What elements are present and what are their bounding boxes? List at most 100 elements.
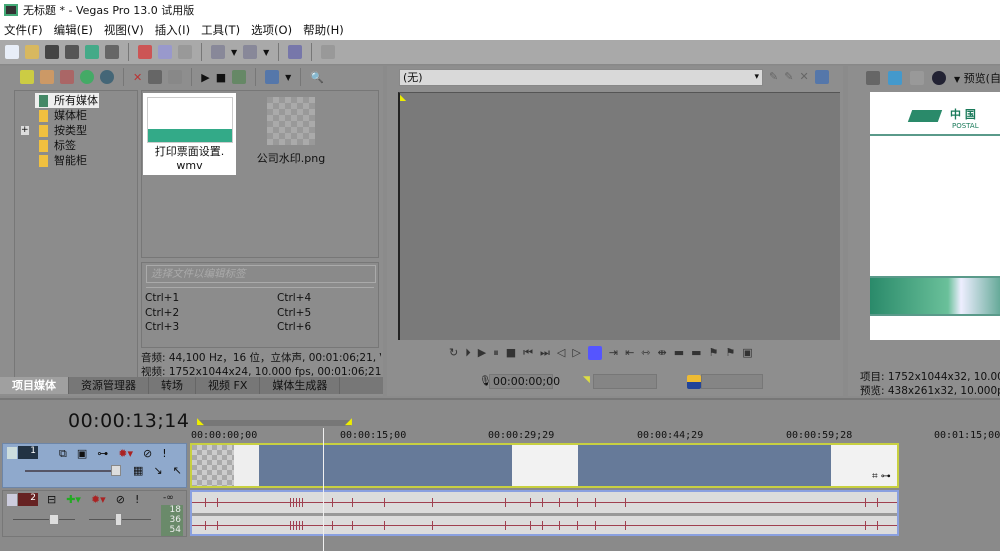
tab-explorer[interactable]: 资源管理器 bbox=[69, 377, 149, 394]
region-icon[interactable]: ▬ bbox=[674, 346, 684, 360]
media-file-png[interactable]: 公司水印.png bbox=[246, 93, 336, 175]
tag-shortcut[interactable]: Ctrl+5 bbox=[277, 307, 311, 319]
play-icon[interactable]: ▶ bbox=[201, 71, 209, 84]
selection-icon[interactable]: ▬ bbox=[691, 346, 701, 360]
compositing-icon[interactable]: ▦ bbox=[133, 464, 143, 477]
snapshot-icon[interactable]: ▣ bbox=[742, 346, 752, 360]
remove-icon[interactable]: ✕ bbox=[133, 71, 142, 84]
properties-icon[interactable] bbox=[866, 71, 880, 85]
loop-start-handle[interactable]: ◣ bbox=[197, 417, 204, 427]
capture-icon[interactable] bbox=[40, 70, 54, 84]
timecode-field[interactable]: 00:00:00;00 bbox=[489, 374, 560, 389]
preview-quality-dropdown[interactable]: ▼ 预览(自 bbox=[954, 70, 1000, 86]
solo-icon[interactable]: ! bbox=[162, 447, 166, 461]
chevron-down-icon[interactable]: ▼ bbox=[285, 73, 291, 82]
expand-icon[interactable]: + bbox=[21, 126, 29, 135]
parent-icon[interactable]: ↖ bbox=[173, 464, 182, 477]
pan-slider[interactable] bbox=[89, 513, 151, 526]
whats-this-help-icon[interactable] bbox=[321, 45, 336, 59]
redo-icon[interactable] bbox=[243, 45, 258, 59]
monitor-icon[interactable] bbox=[814, 70, 829, 84]
video-track-header[interactable]: 1 ⧉ ▣ ⊶ ✹▾ ⊘! ▦ ↘ ↖ bbox=[2, 443, 187, 488]
slider-thumb[interactable] bbox=[115, 513, 122, 526]
go-to-end-icon[interactable]: ⏭ bbox=[540, 346, 550, 360]
tag-shortcut[interactable]: Ctrl+6 bbox=[277, 321, 311, 333]
menu-file[interactable]: 文件(F) bbox=[4, 22, 43, 38]
in-point-field[interactable] bbox=[593, 374, 657, 389]
pause-icon[interactable]: ⏸ bbox=[493, 346, 499, 360]
tag-shortcut[interactable]: Ctrl+3 bbox=[145, 321, 179, 333]
external-monitor-icon[interactable] bbox=[888, 71, 902, 85]
get-media-icon[interactable] bbox=[60, 70, 74, 84]
slider-thumb[interactable] bbox=[111, 465, 121, 476]
tab-transitions[interactable]: 转场 bbox=[149, 377, 196, 394]
save-icon[interactable] bbox=[45, 45, 59, 59]
track-minimize-icon[interactable] bbox=[7, 447, 17, 459]
media-fx-icon[interactable] bbox=[168, 70, 183, 84]
stop-icon[interactable]: ■ bbox=[506, 346, 516, 360]
tag-shortcut[interactable]: Ctrl+1 bbox=[145, 292, 179, 304]
menu-view[interactable]: 视图(V) bbox=[104, 22, 144, 38]
auto-preview-icon[interactable] bbox=[232, 70, 247, 84]
snapping-icon[interactable] bbox=[288, 45, 303, 59]
tag-input[interactable]: 选择文件以编辑标签 bbox=[146, 265, 376, 283]
tab-video-fx[interactable]: 视频 FX bbox=[196, 377, 261, 394]
duration-field[interactable] bbox=[701, 374, 763, 389]
next-frame-icon[interactable]: ▷ bbox=[572, 346, 580, 360]
tab-media-generators[interactable]: 媒体生成器 bbox=[260, 377, 341, 394]
play-icon[interactable]: ▶ bbox=[478, 346, 486, 360]
audio-track-header[interactable]: 2 ⊟ ✚▾ ✹▾ ⊘! -∞ 18 36 54 bbox=[2, 490, 187, 537]
gear-icon[interactable]: ✹▾ bbox=[118, 447, 133, 461]
fx-icon[interactable] bbox=[910, 71, 924, 85]
web-icon[interactable] bbox=[80, 70, 94, 84]
video-event[interactable]: ⌗ ⊶ bbox=[190, 443, 899, 488]
solo-icon[interactable]: ! bbox=[135, 493, 139, 506]
track-fx-icon[interactable]: ✚▾ bbox=[66, 493, 81, 506]
prev-frame-icon[interactable]: ◁ bbox=[557, 346, 565, 360]
loop-end-handle[interactable]: ◢ bbox=[345, 417, 352, 427]
paste-icon[interactable] bbox=[178, 45, 192, 59]
tree-item-smart-bins[interactable]: 智能柜 bbox=[35, 153, 137, 168]
sync-icon[interactable] bbox=[587, 346, 602, 360]
play-from-start-icon[interactable]: ⏵ bbox=[465, 346, 471, 360]
add-to-timeline-icon[interactable]: ⇥ bbox=[609, 346, 618, 360]
tag-shortcut[interactable]: Ctrl+4 bbox=[277, 292, 311, 304]
search-media-icon[interactable] bbox=[100, 70, 114, 84]
media-file-wmv[interactable]: 打印票面设置. wmv bbox=[143, 93, 236, 175]
zoom-icon[interactable]: 🔍 bbox=[310, 71, 324, 84]
fit-icon[interactable]: ⇿ bbox=[641, 346, 650, 360]
render-icon[interactable] bbox=[85, 45, 99, 59]
gear-icon[interactable]: ✹▾ bbox=[91, 493, 106, 506]
audio-event[interactable] bbox=[190, 490, 899, 536]
track-motion-icon[interactable]: ▣ bbox=[77, 447, 87, 461]
tab-project-media[interactable]: 项目媒体 bbox=[0, 377, 69, 394]
views-icon[interactable] bbox=[265, 70, 280, 84]
media-properties-icon[interactable] bbox=[148, 70, 163, 84]
trimmer-video-area[interactable]: ◣ bbox=[398, 92, 840, 340]
pin-icon[interactable]: ✎ bbox=[769, 70, 778, 84]
import-media-icon[interactable] bbox=[20, 70, 34, 84]
new-icon[interactable] bbox=[5, 45, 19, 59]
opacity-slider[interactable] bbox=[25, 465, 121, 476]
track-minimize-icon[interactable] bbox=[7, 494, 17, 506]
undo-icon[interactable] bbox=[211, 45, 225, 59]
tree-item-all-media[interactable]: 所有媒体 bbox=[35, 93, 99, 108]
pin2-icon[interactable]: ✎ bbox=[784, 70, 793, 84]
mute-icon[interactable]: ⊘ bbox=[116, 493, 125, 506]
chevron-down-icon[interactable]: ▼ bbox=[263, 48, 269, 57]
loop-region-bar[interactable] bbox=[197, 420, 351, 426]
insert-icon[interactable]: ⇼ bbox=[658, 346, 667, 360]
tree-item-by-type[interactable]: + 按类型 bbox=[21, 123, 137, 138]
invert-phase-icon[interactable]: ⊟ bbox=[47, 493, 56, 506]
marker-icon[interactable]: ⚑ bbox=[709, 346, 719, 360]
stop-icon[interactable]: ■ bbox=[216, 71, 226, 84]
slider-thumb[interactable] bbox=[49, 514, 59, 525]
menu-help[interactable]: 帮助(H) bbox=[303, 22, 344, 38]
tree-item-bins[interactable]: 媒体柜 bbox=[35, 108, 137, 123]
tree-item-tags[interactable]: 标签 bbox=[35, 138, 137, 153]
chevron-down-icon[interactable]: ▼ bbox=[231, 48, 237, 57]
mute-icon[interactable]: ⊘ bbox=[143, 447, 152, 461]
save-as-icon[interactable] bbox=[65, 45, 79, 59]
playhead-cursor[interactable] bbox=[323, 428, 324, 551]
crop-icon[interactable]: ⌗ ⊶ bbox=[872, 471, 891, 482]
